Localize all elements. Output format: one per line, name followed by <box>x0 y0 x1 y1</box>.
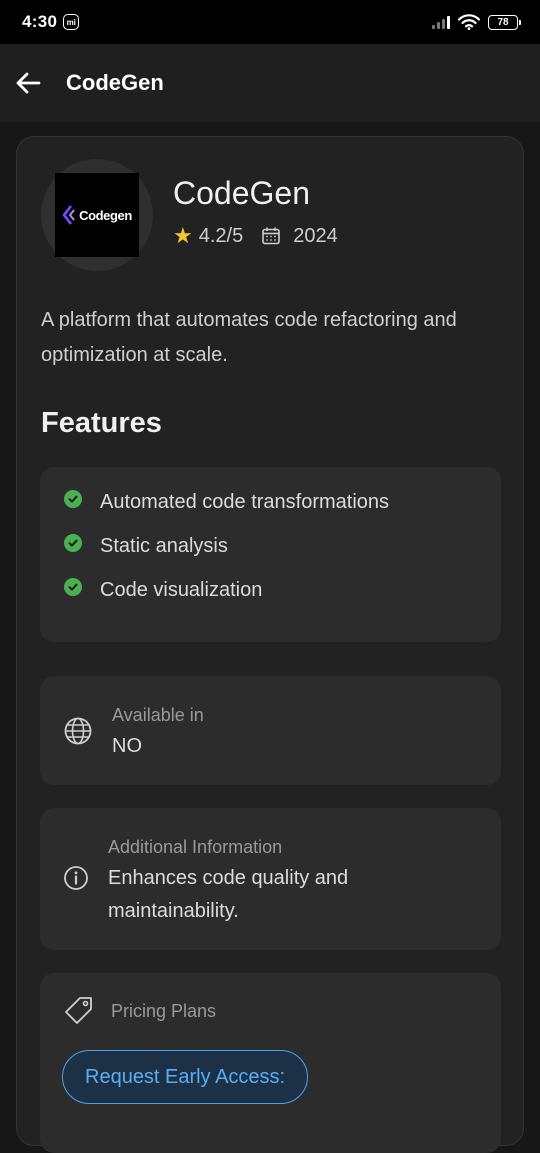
status-bar: 4:30 mi 78 <box>0 0 540 44</box>
star-icon: ★ <box>173 223 193 248</box>
tool-name: CodeGen <box>173 175 310 211</box>
mi-icon: mi <box>63 14 80 30</box>
feature-item: Code visualization <box>64 577 263 602</box>
availability-panel: Available in NO <box>40 676 501 785</box>
info-icon <box>63 865 89 891</box>
additional-info-panel: Additional Information Enhances code qua… <box>40 808 501 950</box>
tool-meta: ★ 4.2/5 2024 <box>173 223 338 249</box>
feature-label: Code visualization <box>100 579 263 601</box>
pricing-label: Pricing Plans <box>111 1001 217 1021</box>
wifi-icon <box>458 14 480 30</box>
year-value: 2024 <box>293 224 338 247</box>
check-circle-icon <box>64 577 82 596</box>
battery-icon: 78 <box>488 14 521 30</box>
status-icons: 78 <box>432 14 521 30</box>
tool-description: A platform that automates code refactori… <box>41 309 457 366</box>
feature-item: Automated code transformations <box>64 489 390 514</box>
app-bar: CodeGen <box>0 44 540 122</box>
codegen-logo-icon <box>62 205 75 225</box>
page-title: CodeGen <box>66 70 164 95</box>
features-panel: Automated code transformations Static an… <box>40 467 501 642</box>
check-circle-icon <box>64 489 82 508</box>
additional-info-label: Additional Information <box>108 837 283 857</box>
pricing-panel: Pricing Plans Request Early Access: <box>40 973 501 1153</box>
tool-logo: Codegen <box>41 159 153 271</box>
tool-detail-card: Codegen CodeGen ★ 4.2/5 2024 A platform … <box>16 136 524 1153</box>
feature-item: Static analysis <box>64 533 228 558</box>
availability-value: NO <box>112 735 142 757</box>
globe-icon <box>63 716 93 746</box>
back-arrow-icon <box>16 72 41 94</box>
back-button[interactable] <box>14 69 42 97</box>
battery-level: 78 <box>497 16 509 28</box>
logo-image: Codegen <box>55 173 139 257</box>
availability-label: Available in <box>112 705 204 725</box>
request-early-access-button[interactable]: Request Early Access: <box>62 1050 309 1104</box>
rating-value: 4.2/5 <box>198 224 244 247</box>
calendar-icon <box>261 226 281 246</box>
feature-label: Static analysis <box>100 535 228 557</box>
additional-info-value: Enhances code quality and maintainabilit… <box>108 867 349 922</box>
tag-icon <box>63 995 95 1027</box>
logo-text: Codegen <box>79 207 132 223</box>
feature-label: Automated code transformations <box>100 491 390 513</box>
check-circle-icon <box>64 533 82 552</box>
features-heading: Features <box>41 407 162 439</box>
signal-icon <box>432 15 450 29</box>
status-time: 4:30 <box>22 12 58 31</box>
